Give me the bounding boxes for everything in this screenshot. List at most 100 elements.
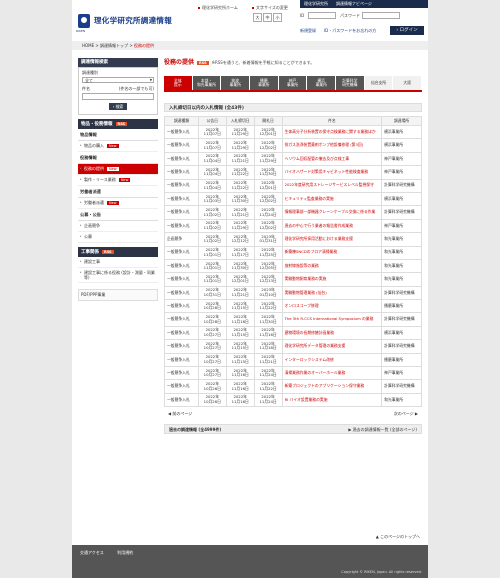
tender-title-link[interactable]: 2022年度研究用ストレージサービスレベル監視保守 bbox=[281, 178, 383, 193]
column-header: 件名 bbox=[281, 116, 383, 126]
bc-home[interactable]: HOME bbox=[82, 43, 94, 48]
rss-badge[interactable]: RSS bbox=[115, 122, 128, 126]
table-cell: 2022年 11月21日 bbox=[253, 352, 283, 368]
table-cell: 一般競争入札 bbox=[164, 325, 199, 341]
home-link[interactable]: 理化学研究所ホーム bbox=[198, 5, 238, 11]
sidebar-item-label: 労働者派遣 bbox=[84, 200, 104, 205]
table-row: 一般競争入札 2022年 11月04日 2022年 11月22日 2022年 12月0… bbox=[164, 178, 422, 193]
work-item[interactable]: 建設工事に係る役務 (設計・測量・同業等) bbox=[78, 268, 158, 283]
table-cell: 2022年 10月31日 bbox=[197, 285, 227, 301]
sidebar-item[interactable]: 物品の購入New bbox=[78, 141, 158, 152]
table-cell: 一般競争入札 bbox=[164, 191, 199, 207]
column-header: 調達場所 bbox=[381, 116, 422, 126]
location-tab[interactable]: 神戸 事業所 bbox=[278, 76, 307, 90]
location-tab[interactable]: 横浜 事業所 bbox=[307, 76, 336, 90]
register-link[interactable]: 新規登録 bbox=[300, 28, 316, 34]
tender-title-link[interactable]: 清掃業務作業のオーバーホール業務 bbox=[281, 366, 383, 381]
type-select[interactable]: 全て bbox=[82, 77, 154, 83]
prev-page-link[interactable]: ◀ 前のページ bbox=[168, 411, 192, 417]
table-cell: 神戸事業所 bbox=[381, 218, 422, 234]
top-nav-riken[interactable]: 理化学研究所 bbox=[304, 1, 328, 6]
location-tab[interactable]: 播磨 事業所 bbox=[250, 76, 278, 90]
site-title[interactable]: 理化学研究所調達情報 bbox=[94, 15, 172, 26]
footer-terms-link[interactable]: 利用規約 bbox=[117, 550, 133, 555]
riken-logo-icon[interactable] bbox=[78, 14, 90, 28]
tender-title-link[interactable]: 理化学研究所データ管理の業務支援 bbox=[281, 339, 383, 354]
sidebar-item[interactable]: 役務の提供New bbox=[78, 164, 158, 175]
table-cell: 神戸事業所 bbox=[381, 366, 422, 381]
table-row: 一般競争入札 2022年 11月02日 2022年 11月29日 2022年 12月0… bbox=[164, 218, 422, 234]
location-tab[interactable]: 大阪 bbox=[393, 76, 422, 90]
tender-title-link[interactable]: 生体高分子分析装置の保守点検業務に関する業務ほか bbox=[281, 124, 383, 140]
location-tab[interactable]: 仙台支所 bbox=[364, 76, 393, 90]
category-title: 物品・役務情報 RSS bbox=[78, 119, 158, 129]
tender-title-link[interactable]: The 5th R-CCS International Symposium の業… bbox=[281, 312, 383, 327]
table-cell: 一般競争入札 bbox=[164, 165, 199, 180]
table-cell: 2022年 12月12日 bbox=[225, 232, 255, 247]
keyword-input[interactable] bbox=[82, 93, 154, 100]
tender-title-link[interactable]: インターロックシステム改修 bbox=[281, 352, 383, 368]
header: RIKEN 理化学研究所調達情報 理化学研究所ホーム 文字サイズの変更 大 中 … bbox=[72, 0, 428, 38]
past-list-link[interactable]: ▶ 過去の調達情報一覧 (全部のページ) bbox=[348, 425, 417, 435]
work-rss-badge[interactable]: RSS bbox=[102, 250, 114, 254]
location-tab[interactable]: 計算科学 研究機構 bbox=[336, 76, 364, 90]
tender-title-link[interactable]: ヒキュリティ監査業務の実施 bbox=[281, 191, 383, 207]
work-title: 工事関係 RSS bbox=[78, 247, 158, 257]
tender-title-link[interactable]: 実験動物管理業務 (仙台) bbox=[281, 285, 383, 301]
sidebar-item-label: 公募 bbox=[84, 234, 92, 239]
table-cell: 計算科学研究機構 bbox=[381, 178, 422, 193]
id-input[interactable] bbox=[308, 12, 336, 19]
work-item[interactable]: 建設工事 bbox=[78, 257, 158, 268]
footer-access-link[interactable]: 交通アクセス bbox=[80, 550, 104, 555]
table-cell: 2022年 11月07日 bbox=[197, 124, 227, 140]
table-cell: 横浜事業所 bbox=[381, 191, 422, 207]
location-tab[interactable]: 本部・ 和光事業所 bbox=[192, 76, 221, 90]
fontsize-small-button[interactable]: 小 bbox=[273, 13, 282, 22]
table-cell: 2022年 12月01日 bbox=[253, 178, 283, 193]
tender-title-link[interactable]: 過去の中心で行う業者の報告書作成業務 bbox=[281, 218, 383, 234]
tender-title-link[interactable]: ヘリウム回収配管の撤去及び点検工事 bbox=[281, 151, 383, 167]
fontsize-medium-button[interactable]: 中 bbox=[263, 13, 272, 22]
sidebar-item[interactable]: 製作・リース業務New bbox=[78, 175, 158, 186]
forgot-link[interactable]: ID・パスワードをお忘れの方 bbox=[324, 28, 376, 34]
bc-top[interactable]: 調達情報トップ bbox=[100, 43, 128, 48]
table-cell: 2022年 11月15日 bbox=[225, 325, 255, 341]
sidebar-item[interactable]: 公募 bbox=[78, 232, 158, 243]
pdf-link[interactable]: PDF/PPP事業 bbox=[78, 289, 158, 301]
password-input[interactable] bbox=[362, 12, 400, 19]
tender-title-link[interactable]: 実験動物飼育業務の実施 bbox=[281, 272, 383, 287]
table-cell: 2022年 11月24日 bbox=[253, 366, 283, 381]
location-tab[interactable]: 全体 提示 bbox=[164, 76, 192, 90]
table-cell: 和光事業所 bbox=[381, 245, 422, 260]
tender-title-link[interactable]: RI バイオ設置業務の実施 bbox=[281, 392, 383, 408]
tender-title-link[interactable]: 排ガス洗浄装置薬剤ポンプ他設備修理 (第3回) bbox=[281, 138, 383, 153]
fontsize-large-button[interactable]: 大 bbox=[253, 13, 262, 22]
table-cell: 2022年 11月30日 bbox=[225, 258, 255, 274]
table-cell: 2022年 11月16日 bbox=[225, 312, 255, 327]
rss-desc: ※RSSを通うと、新着情報を手軽に知ることができます。 bbox=[211, 60, 315, 65]
table-cell: 一般競争入札 bbox=[164, 178, 199, 193]
tender-title-link[interactable]: バイオハザード対策用キャビネット性能検査業務 bbox=[281, 165, 383, 180]
sidebar-item[interactable]: 労働者派遣New bbox=[78, 198, 158, 209]
tender-title-link[interactable]: 理化学研究所採用活動における業務支援 bbox=[281, 232, 383, 247]
tender-title-link[interactable]: 新築プロジェクトのアプリケーション保守業務 bbox=[281, 379, 383, 394]
section-heading: 入札締切日以内の入札情報 (全43件) bbox=[164, 103, 422, 112]
back-to-top-link[interactable]: ▲ このページのトップへ bbox=[376, 534, 420, 540]
table-cell: 一般競争入札 bbox=[164, 392, 199, 408]
top-nav-navi[interactable]: 調達情報ナビページ bbox=[336, 1, 372, 6]
tender-title-link[interactable]: 建物環境の長期修繕計画業務 bbox=[281, 325, 383, 341]
tender-title-link[interactable]: 放射線施設等の業務 bbox=[281, 258, 383, 274]
breadcrumb: HOME > 調達情報トップ > 役務の提供 bbox=[72, 41, 428, 50]
login-button[interactable]: › ログイン bbox=[390, 26, 424, 35]
location-tab[interactable]: 筑波 事業所 bbox=[221, 76, 250, 90]
sidebar-item[interactable]: 企画競争 bbox=[78, 221, 158, 232]
next-page-link[interactable]: 次のページ ▶ bbox=[394, 411, 418, 417]
tender-title-link[interactable]: 情報理事部一部機器クレーンケーブル交換に係る作業 bbox=[281, 205, 383, 220]
main-rss-badge[interactable]: RSS bbox=[197, 61, 209, 65]
tender-title-link[interactable]: オンロスコープ修理 bbox=[281, 299, 383, 314]
new-badge: New bbox=[107, 201, 119, 205]
table-cell: 2022年 11月01日 bbox=[197, 258, 227, 274]
search-button[interactable]: › 検索 bbox=[109, 103, 127, 110]
table-cell: 計算科学研究機構 bbox=[381, 339, 422, 354]
tender-title-link[interactable]: 新築棟SNCDのフロア清掃業務 bbox=[281, 245, 383, 260]
